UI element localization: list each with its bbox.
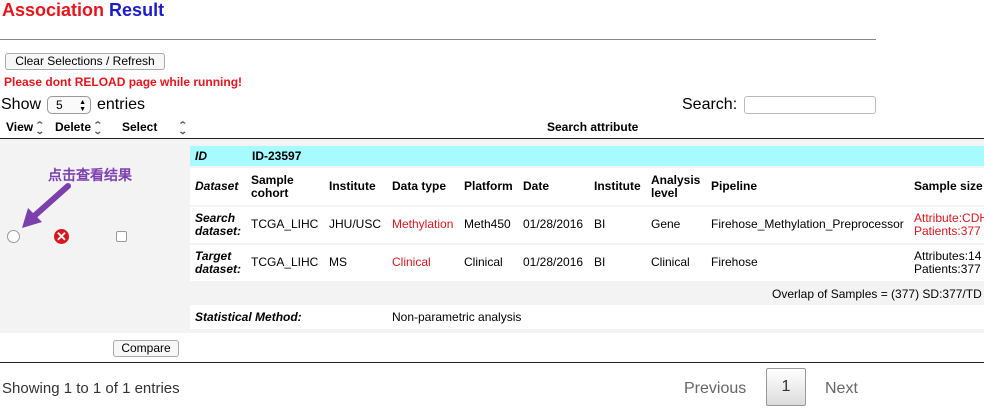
table-info: Showing 1 to 1 of 1 entries	[2, 380, 180, 397]
annotation-arrow-icon	[22, 183, 71, 228]
id-row	[190, 146, 984, 166]
stat-method-value: Non-parametric analysis	[392, 310, 522, 324]
col-sample-cohort: Sample cohort	[251, 173, 294, 200]
search-platform: Meth450	[464, 217, 511, 231]
select-arrows-icon: ▲ ▼	[79, 99, 86, 113]
target-pipeline: Firehose	[711, 255, 758, 269]
col-sample-size: Sample size	[914, 179, 983, 193]
sort-icon: ⌃ ⌄	[92, 119, 103, 136]
show-label: Show	[1, 96, 42, 113]
search-data-type-link[interactable]: Methylation	[392, 218, 453, 231]
compare-button[interactable]: Compare	[113, 340, 179, 357]
column-header-delete-label: Delete	[55, 120, 92, 134]
id-value: ID-23597	[252, 149, 302, 163]
target-dataset-label: Target dataset:	[195, 249, 242, 276]
target-cohort: TCGA_LIHC	[251, 255, 319, 269]
overlap-summary: Overlap of Samples = (377) SD:377/TD	[772, 287, 982, 301]
pagination-page-1[interactable]: 1	[766, 368, 806, 406]
target-analysis-level: Clinical	[651, 255, 690, 269]
search-institute-2: BI	[594, 217, 606, 231]
col-analysis-level: Analysis level	[651, 173, 701, 200]
entries-label: entries	[97, 96, 146, 113]
title-word-result: Result	[109, 0, 165, 20]
column-header-search-attribute: Search attribute	[547, 120, 639, 134]
target-sample-patients: Patients:377	[914, 262, 981, 276]
col-institute: Institute	[329, 179, 376, 193]
clear-refresh-button[interactable]: Clear Selections / Refresh	[5, 53, 165, 70]
title-word-association: Association	[2, 0, 105, 20]
sort-icon: ⌃ ⌄	[35, 119, 45, 136]
search-input[interactable]	[744, 96, 876, 114]
select-checkbox[interactable]	[116, 231, 127, 242]
delete-icon[interactable]: ✕	[54, 229, 69, 244]
table-bottom-divider	[0, 362, 984, 363]
col-data-type: Data type	[392, 179, 447, 193]
col-dataset: Dataset	[195, 179, 239, 193]
column-header-select[interactable]: Select ⌃ ⌄	[122, 119, 189, 136]
target-institute-2: BI	[594, 255, 606, 269]
column-header-delete[interactable]: Delete ⌃ ⌄	[55, 119, 103, 136]
search-pipeline: Firehose_Methylation_Preprocessor	[711, 217, 904, 231]
entries-length-value: 5	[56, 98, 63, 112]
reload-warning: Please dont RELOAD page while running!	[4, 75, 243, 89]
col-date: Date	[523, 179, 550, 193]
pagination-next[interactable]: Next	[825, 380, 858, 398]
target-data-type-link[interactable]: Clinical	[392, 256, 431, 269]
col-institute-2: Institute	[594, 179, 641, 193]
target-date: 01/28/2016	[523, 255, 584, 269]
id-label: ID	[195, 149, 207, 163]
search-dataset-label: Search dataset:	[195, 211, 242, 238]
search-cohort: TCGA_LIHC	[251, 217, 319, 231]
search-label: Search:	[682, 96, 738, 113]
stat-method-label: Statistical Method:	[195, 310, 302, 324]
column-header-select-label: Select	[122, 120, 158, 134]
column-header-view[interactable]: View ⌃ ⌄	[6, 119, 45, 136]
column-header-view-label: View	[6, 120, 34, 134]
stat-row-bg	[190, 305, 984, 329]
target-platform: Clinical	[464, 255, 503, 269]
search-sample-patients-link[interactable]: Patients:377	[914, 225, 981, 238]
detail-header-row-bg	[190, 168, 984, 205]
col-platform: Platform	[464, 179, 513, 193]
search-institute: JHU/USC	[329, 217, 382, 231]
entries-length-select[interactable]: 5 ▲ ▼	[47, 96, 91, 114]
sort-icon: ⌃ ⌄	[178, 119, 189, 136]
col-pipeline: Pipeline	[711, 179, 758, 193]
search-analysis-level: Gene	[651, 217, 681, 231]
title-divider	[0, 39, 876, 40]
target-institute: MS	[329, 255, 347, 269]
pagination-previous[interactable]: Previous	[684, 380, 746, 398]
view-radio[interactable]	[7, 230, 20, 243]
search-date: 01/28/2016	[523, 217, 584, 231]
page-title: Association Result	[2, 0, 164, 21]
